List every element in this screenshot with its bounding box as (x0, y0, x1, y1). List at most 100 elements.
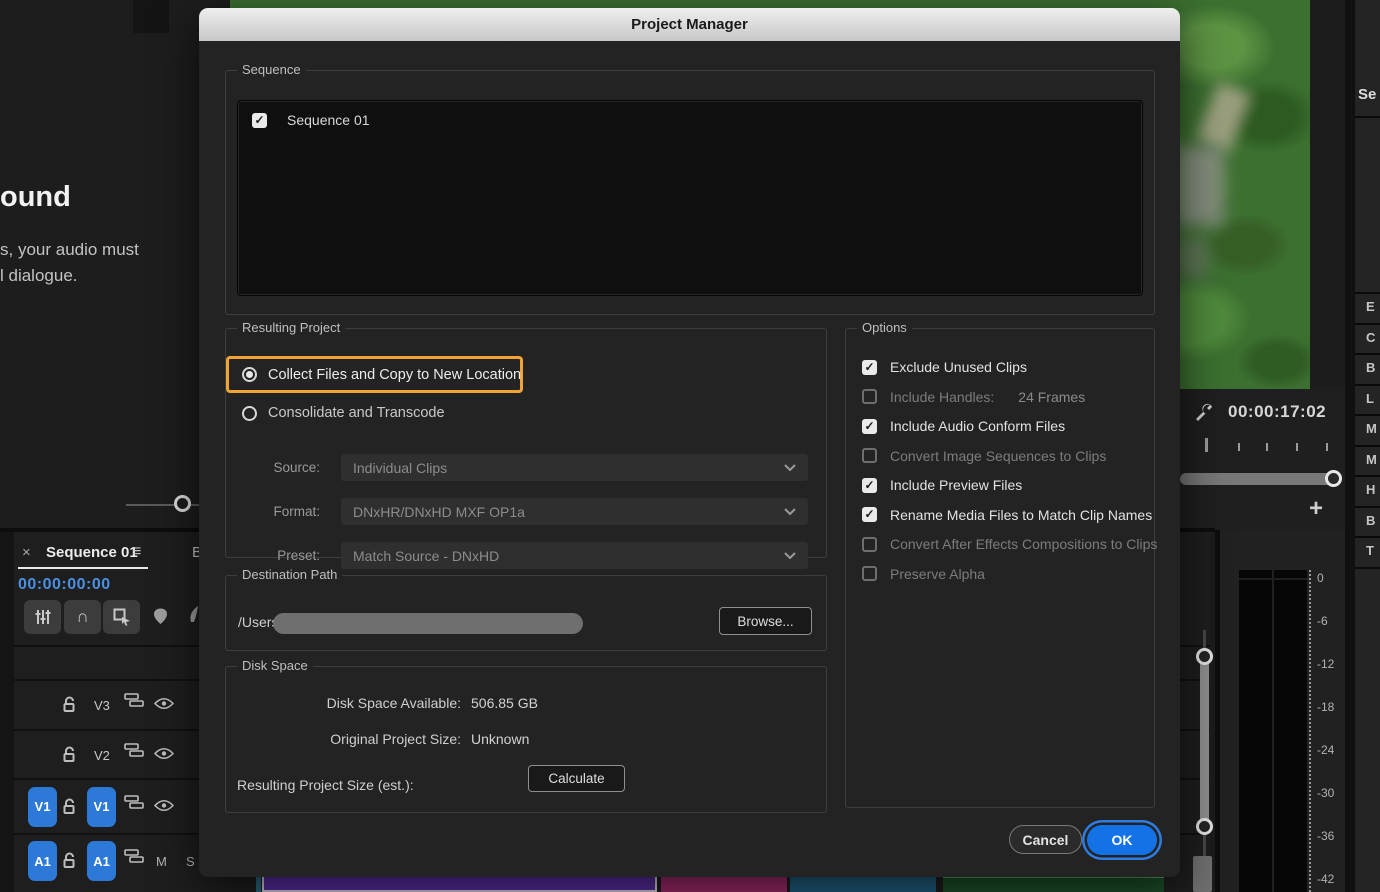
horizontal-scrollbar-track[interactable] (126, 504, 210, 506)
right-row-fragment[interactable]: E (1366, 299, 1375, 314)
right-row-divider (1355, 353, 1380, 355)
sequence-group-label: Sequence (237, 62, 306, 77)
option-row[interactable]: Preserve Alpha (862, 566, 1154, 582)
dropdown[interactable]: DNxHR/DNxHD MXF OP1a (341, 498, 808, 525)
scrollbar-handle-top[interactable] (1196, 648, 1213, 665)
meter-scale-label: 0 (1317, 571, 1324, 585)
sequence-list[interactable]: ✓Sequence 01 (237, 100, 1143, 296)
solo-button[interactable]: S (186, 854, 195, 869)
radio-option[interactable]: Consolidate and Transcode (242, 405, 445, 421)
mute-button[interactable]: M (156, 854, 167, 869)
checkbox[interactable] (862, 566, 877, 581)
eye-icon[interactable] (154, 799, 174, 812)
chevron-down-icon (784, 464, 796, 472)
target-track-badge[interactable]: A1 (87, 841, 116, 881)
marker-icon[interactable] (152, 607, 169, 626)
timeline-tab-title[interactable]: Sequence 01 (46, 544, 138, 561)
disk-row-value: 506.85 GB (471, 695, 538, 713)
source-track-badge[interactable]: A1 (28, 841, 57, 881)
option-row[interactable]: ✓Rename Media Files to Match Clip Names (862, 507, 1154, 523)
option-row[interactable]: Convert Image Sequences to Clips (862, 448, 1154, 464)
calculate-button[interactable]: Calculate (528, 765, 625, 792)
program-zoom-handle[interactable] (1325, 470, 1342, 487)
option-label: Convert Image Sequences to Clips (890, 448, 1106, 464)
timeline-settings-button[interactable] (24, 600, 61, 634)
panel-menu-icon[interactable]: ≡ (132, 543, 141, 561)
track-targeting-icon[interactable] (124, 849, 146, 864)
cancel-button[interactable]: Cancel (1009, 825, 1082, 854)
horizontal-scrollbar-handle[interactable] (174, 495, 191, 512)
checkbox[interactable] (862, 537, 877, 552)
audio-meter-panel: 0-6-12-18-24-30-36-42 (1220, 530, 1345, 892)
track-targeting-icon[interactable] (124, 743, 146, 758)
add-button-icon[interactable]: + (1309, 495, 1323, 523)
dropdown[interactable]: Individual Clips (341, 454, 808, 481)
field-label: Format: (226, 504, 320, 519)
dark-patch (133, 0, 169, 33)
target-track-badge[interactable]: V1 (87, 787, 116, 827)
checkbox[interactable]: ✓ (862, 419, 877, 434)
option-row[interactable]: ✓Include Preview Files (862, 477, 1154, 493)
right-row-fragment[interactable]: M (1366, 452, 1377, 467)
browse-button[interactable]: Browse... (719, 607, 812, 635)
checkbox[interactable]: ✓ (862, 360, 877, 375)
option-row[interactable]: ✓Exclude Unused Clips (862, 359, 1154, 375)
sequence-item[interactable]: ✓Sequence 01 (238, 101, 1142, 139)
lock-icon[interactable] (62, 746, 77, 763)
timeline-clip[interactable] (943, 875, 1164, 892)
close-tab-icon[interactable]: × (22, 544, 31, 561)
right-row-fragment[interactable]: L (1366, 391, 1374, 406)
track-name: V3 (94, 698, 110, 713)
timeline-clip[interactable] (790, 875, 936, 892)
checkbox[interactable]: ✓ (862, 507, 877, 522)
linked-selection-icon (113, 608, 131, 626)
right-row-fragment[interactable]: T (1366, 543, 1374, 558)
eye-icon[interactable] (154, 697, 174, 710)
dropdown[interactable]: Match Source - DNxHD (341, 542, 808, 569)
divider (1355, 116, 1380, 118)
dialog-body: Sequence ✓Sequence 01 Resulting Project … (199, 41, 1180, 877)
lock-icon[interactable] (62, 852, 77, 869)
timeline-clip[interactable] (661, 875, 787, 892)
destination-group-label: Destination Path (237, 567, 342, 582)
lock-icon[interactable] (62, 798, 77, 815)
checkbox[interactable] (862, 448, 877, 463)
checkbox[interactable]: ✓ (252, 113, 267, 128)
option-row[interactable]: Convert After Effects Compositions to Cl… (862, 536, 1154, 552)
right-row-fragment[interactable]: B (1366, 360, 1375, 375)
option-label: Convert After Effects Compositions to Cl… (890, 536, 1157, 552)
right-row-divider (1355, 506, 1380, 508)
snap-button[interactable]: ∩ (64, 600, 101, 634)
meter-scale-label: -42 (1317, 872, 1334, 886)
option-row[interactable]: Include Handles:24 Frames (862, 389, 1154, 405)
linked-selection-button[interactable] (103, 600, 140, 634)
right-row-fragment[interactable]: H (1366, 482, 1375, 497)
meter-cap-line (1239, 578, 1307, 580)
ok-button[interactable]: OK (1087, 825, 1157, 855)
timeline-timecode: 00:00:00:00 (18, 576, 111, 594)
track-targeting-icon[interactable] (124, 795, 146, 810)
scrollbar-handle-bottom[interactable] (1196, 818, 1213, 835)
left-panel-heading-fragment: ound (0, 181, 71, 214)
lock-icon[interactable] (62, 696, 77, 713)
resulting-project-label: Resulting Project (237, 320, 345, 335)
radio-option[interactable]: Collect Files and Copy to New Location (226, 356, 523, 393)
dialog-titlebar[interactable]: Project Manager (199, 8, 1180, 41)
source-track-badge[interactable]: V1 (28, 787, 57, 827)
right-row-divider (1355, 323, 1380, 325)
chevron-down-icon (784, 508, 796, 516)
track-targeting-icon[interactable] (124, 693, 146, 708)
checkbox[interactable]: ✓ (862, 478, 877, 493)
option-row[interactable]: ✓Include Audio Conform Files (862, 418, 1154, 434)
right-row-divider (1355, 292, 1380, 294)
program-zoom-scrollbar[interactable] (1180, 473, 1338, 485)
checkbox[interactable] (862, 389, 877, 404)
right-row-fragment[interactable]: C (1366, 330, 1375, 345)
settings-wrench-icon[interactable] (1193, 402, 1215, 424)
vertical-scrollbar-thumb[interactable] (1200, 655, 1209, 831)
project-manager-dialog: Project Manager Sequence ✓Sequence 01 Re… (199, 8, 1180, 877)
eye-icon[interactable] (154, 747, 174, 760)
right-row-fragment[interactable]: M (1366, 421, 1377, 436)
clip-fragment[interactable] (256, 877, 261, 892)
right-row-fragment[interactable]: B (1366, 513, 1375, 528)
